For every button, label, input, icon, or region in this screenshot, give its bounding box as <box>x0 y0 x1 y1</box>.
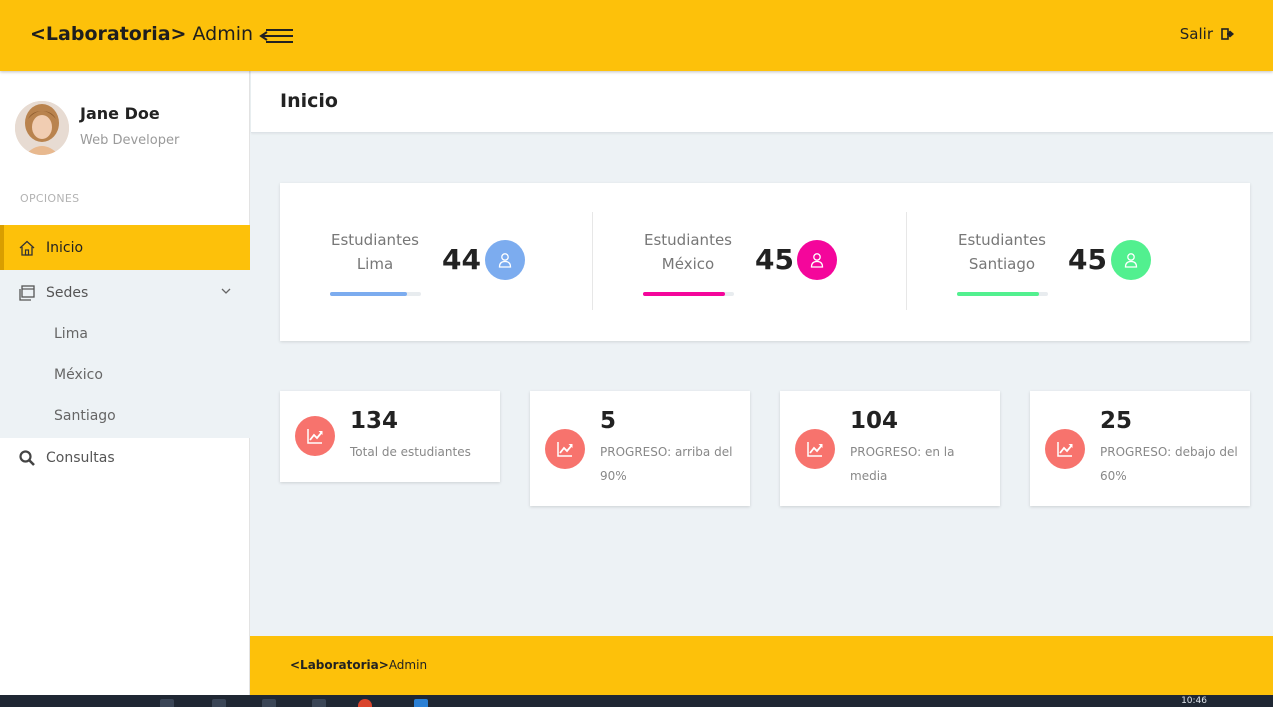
page-title: Inicio <box>280 90 338 112</box>
sidebar-item-consultas[interactable]: Consultas <box>0 435 250 480</box>
stat-value: 45 <box>755 243 794 276</box>
taskbar-app-icon[interactable] <box>414 699 428 707</box>
taskbar-app-icon[interactable] <box>262 699 276 707</box>
summary-card-total: 134 Total de estudiantes <box>280 391 500 482</box>
user-icon <box>498 253 512 268</box>
user-icon <box>810 253 824 268</box>
sidebar: Jane Doe Web Developer OPCIONES Inicio S… <box>0 71 250 695</box>
card-value: 134 <box>350 408 399 434</box>
stat-label-line: Estudiantes <box>331 231 419 249</box>
stat-label-line: Estudiantes <box>958 231 1046 249</box>
logout-button[interactable]: Salir <box>1180 25 1235 43</box>
sidebar-item-inicio[interactable]: Inicio <box>0 225 250 270</box>
stat-label: Estudiantes Santiago <box>952 228 1052 276</box>
taskbar-clock: 10:46 <box>1181 696 1207 706</box>
card-description: PROGRESO: arriba del 90% <box>600 445 733 483</box>
sign-out-icon <box>1221 28 1234 40</box>
menu-toggle-icon[interactable] <box>258 26 296 46</box>
chevron-down-icon <box>221 288 231 294</box>
search-icon <box>19 449 35 466</box>
card-value: 5 <box>600 408 617 434</box>
footer-brand: <Laboratoria>Admin <box>290 658 427 672</box>
summary-card-above-90: 5 PROGRESO: arriba del 90% <box>530 391 750 506</box>
taskbar-app-icon[interactable] <box>358 699 372 707</box>
stat-progress-bar <box>957 292 1048 296</box>
footer-brand-suffix: Admin <box>388 658 428 672</box>
card-description: Total de estudiantes <box>350 445 471 459</box>
sidebar-item-label: Inicio <box>46 239 84 256</box>
sidebar-item-label: Consultas <box>46 449 115 466</box>
sidebar-item-label: Sedes <box>46 284 89 301</box>
footer: <Laboratoria>Admin <box>250 636 1273 695</box>
card-description: PROGRESO: en la media <box>850 445 955 483</box>
stat-label: Estudiantes México <box>638 228 738 276</box>
card-icon-badge <box>1045 429 1085 469</box>
taskbar-app-icon[interactable] <box>312 699 326 707</box>
user-icon <box>1124 253 1138 268</box>
pages-icon <box>19 284 35 301</box>
card-icon-badge <box>295 416 335 456</box>
stat-santiago: Estudiantes Santiago 45 <box>907 183 1220 341</box>
section-label: OPCIONES <box>20 192 80 205</box>
stat-badge <box>797 240 837 280</box>
sidebar-item-sedes[interactable]: Sedes <box>0 270 250 315</box>
brand-logo[interactable]: <Laboratoria> Admin <box>30 23 253 45</box>
trending-up-icon <box>557 442 573 457</box>
footer-brand-name: <Laboratoria> <box>290 658 389 672</box>
sidebar-subitem-lima[interactable]: Lima <box>54 326 88 342</box>
stat-label-line: Santiago <box>968 255 1036 273</box>
summary-card-below-60: 25 PROGRESO: debajo del 60% <box>1030 391 1250 506</box>
taskbar-app-icon[interactable] <box>160 699 174 707</box>
brand-suffix: Admin <box>186 23 254 45</box>
stat-label: Estudiantes Lima <box>325 228 425 276</box>
sidebar-subitem-santiago[interactable]: Santiago <box>54 408 116 424</box>
top-bar: <Laboratoria> Admin Salir <box>0 0 1273 71</box>
card-icon-badge <box>795 429 835 469</box>
card-description: PROGRESO: debajo del 60% <box>1100 445 1238 483</box>
sidebar-subitem-mexico[interactable]: México <box>54 367 103 383</box>
stat-progress-fill <box>957 292 1039 296</box>
card-icon-badge <box>545 429 585 469</box>
brand-name: <Laboratoria> <box>30 23 187 45</box>
stat-label-line: Estudiantes <box>644 231 732 249</box>
home-icon <box>19 240 35 256</box>
stat-value: 45 <box>1068 243 1107 276</box>
stat-lima: Estudiantes Lima 44 <box>280 183 593 341</box>
logout-label: Salir <box>1179 25 1213 43</box>
page-header: Inicio <box>251 71 1273 133</box>
trending-up-icon <box>807 442 823 457</box>
card-value: 25 <box>1100 408 1133 434</box>
stats-panel: Estudiantes Lima 44 Estudiantes México 4… <box>280 183 1250 341</box>
taskbar-app-icon[interactable] <box>212 699 226 707</box>
stat-badge <box>485 240 525 280</box>
avatar <box>15 101 69 155</box>
stat-label-line: México <box>661 255 715 273</box>
stat-progress-bar <box>330 292 421 296</box>
stat-progress-bar <box>643 292 734 296</box>
stat-mexico: Estudiantes México 45 <box>593 183 906 341</box>
card-value: 104 <box>850 408 899 434</box>
stat-badge <box>1111 240 1151 280</box>
summary-card-average: 104 PROGRESO: en la media <box>780 391 1000 506</box>
os-taskbar: 10:46 <box>0 695 1273 707</box>
stat-value: 44 <box>442 243 481 276</box>
trending-up-icon <box>1057 442 1073 457</box>
user-role: Web Developer <box>80 133 180 148</box>
user-name: Jane Doe <box>80 104 160 123</box>
stat-label-line: Lima <box>356 255 394 273</box>
trending-up-icon <box>307 429 323 444</box>
stat-progress-fill <box>330 292 408 296</box>
stat-progress-fill <box>643 292 725 296</box>
